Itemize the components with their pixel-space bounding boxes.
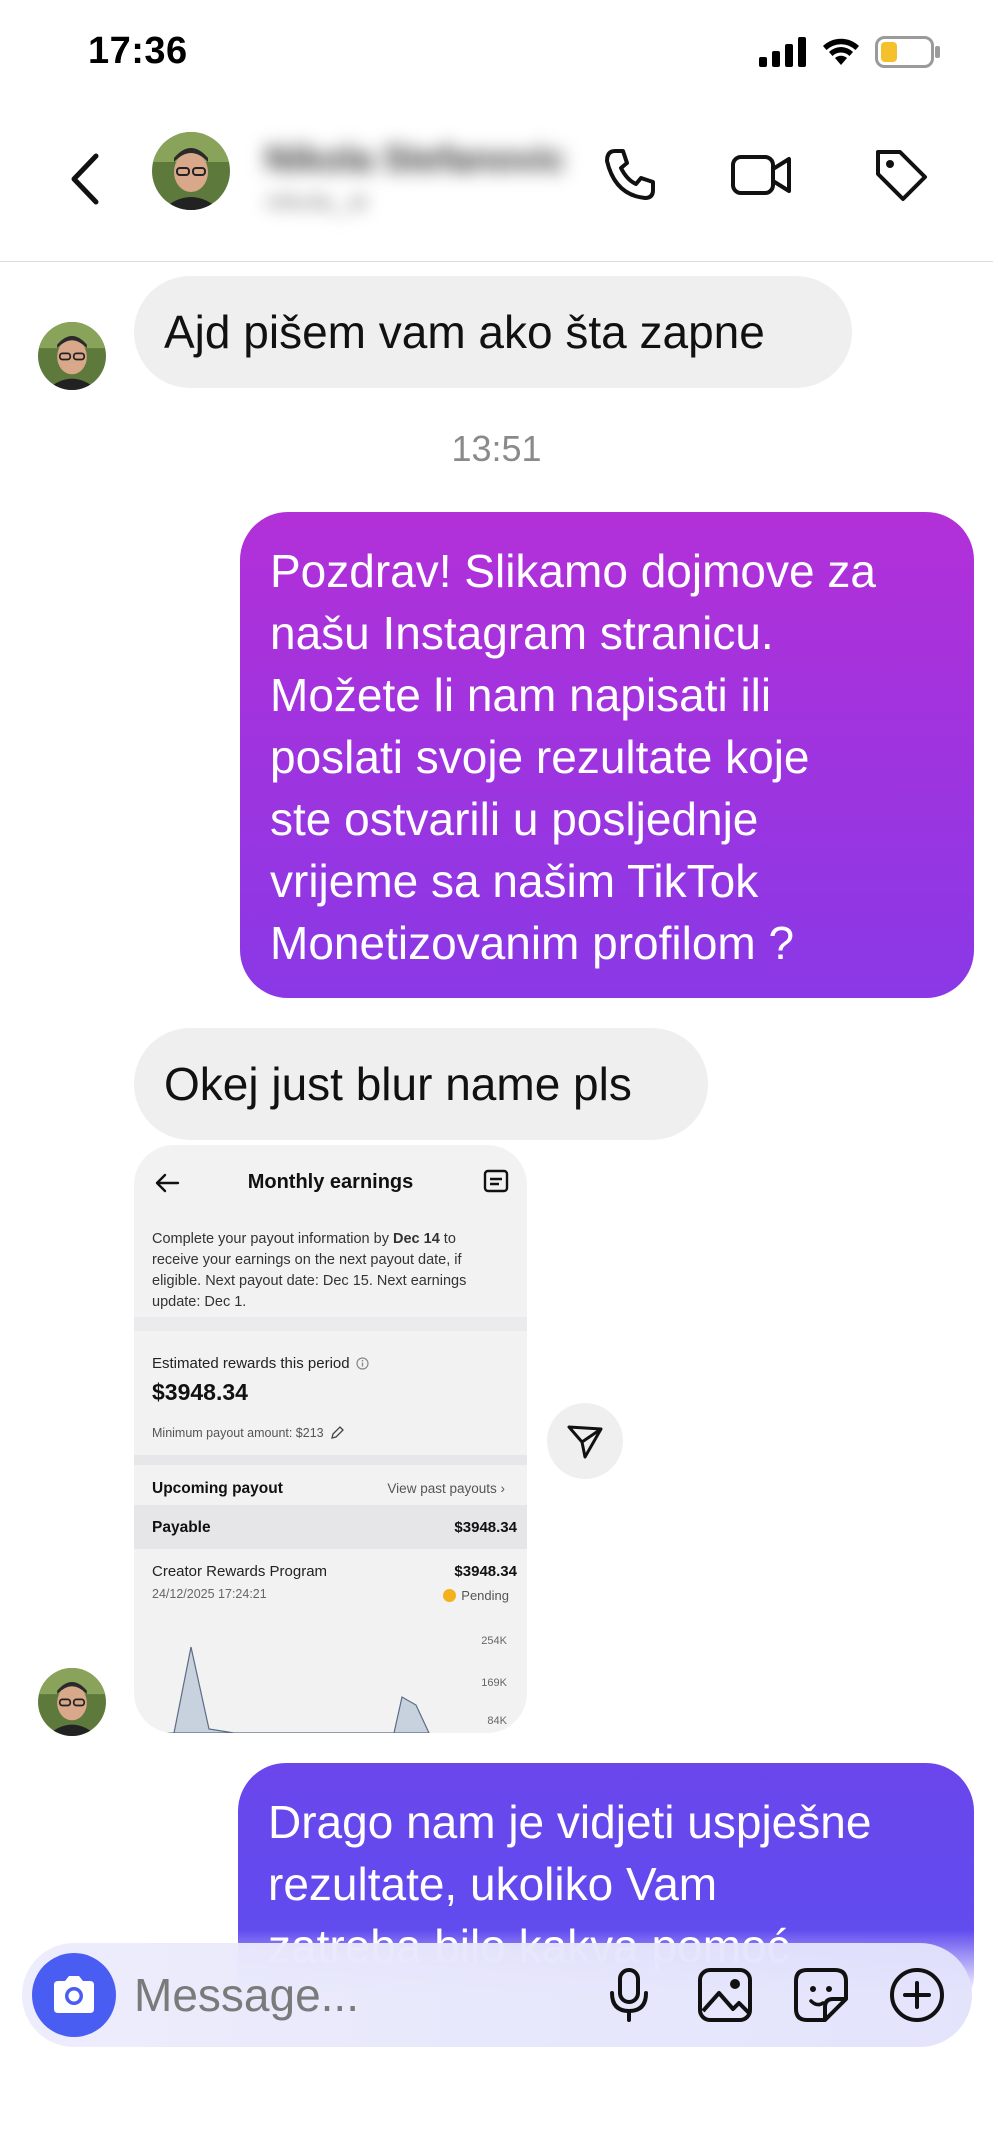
status-icons: [759, 36, 941, 68]
message-text: Ajd pišem vam ako šta zapne: [164, 306, 765, 358]
message-line: vrijeme sa našim TikTok: [270, 855, 759, 907]
min-payout-text: Minimum payout amount: $213: [152, 1425, 324, 1440]
wifi-icon: [823, 38, 859, 65]
info-icon: [355, 1357, 369, 1370]
earnings-chart: [144, 1646, 430, 1733]
avatar-photo: [38, 1668, 106, 1736]
message-line: Drago nam je vidjeti uspješne: [268, 1796, 872, 1848]
shared-image[interactable]: Monthly earnings Complete your payout in…: [134, 1145, 527, 1733]
outgoing-message[interactable]: Pozdrav! Slikamo dojmove za našu Instagr…: [240, 512, 974, 998]
video-camera-icon: [731, 155, 791, 195]
message-timestamp: 13:51: [451, 428, 542, 469]
message-line: rezultate, ukoliko Vam: [268, 1858, 718, 1910]
message-line: Možete li nam napisati ili: [270, 669, 772, 721]
microphone-icon: [610, 1968, 648, 2022]
share-button[interactable]: [547, 1403, 623, 1479]
contact-username: nikola_st: [265, 186, 368, 216]
back-button[interactable]: [60, 144, 110, 214]
payable-amount: $3948.34: [454, 1519, 517, 1536]
message-line: našu Instagram stranicu.: [270, 607, 774, 659]
view-past-payouts-link[interactable]: View past payouts ›: [387, 1481, 505, 1496]
status-bar: 17:36: [0, 0, 993, 110]
info-date: Dec 14: [393, 1231, 440, 1247]
message-text: Okej just blur name pls: [164, 1058, 632, 1110]
y-tick-label: 254K: [481, 1635, 507, 1647]
sticker-button[interactable]: [786, 1960, 856, 2030]
screenshot-title: Monthly earnings: [247, 1171, 414, 1193]
tag-button[interactable]: [866, 140, 936, 210]
message-input[interactable]: [134, 1961, 574, 2029]
rewards-row: Estimated rewards this period: [152, 1355, 515, 1372]
incoming-message[interactable]: Okej just blur name pls: [134, 1028, 708, 1140]
view-past-label: View past payouts: [387, 1481, 497, 1496]
contact-avatar[interactable]: [152, 132, 230, 210]
status-time: 17:36: [88, 30, 188, 72]
phone-icon: [605, 149, 655, 200]
plus-circle-icon: [890, 1968, 944, 2022]
document-icon: [483, 1169, 509, 1193]
payout-info-text: Complete your payout information by Dec …: [152, 1229, 502, 1313]
voice-call-button[interactable]: [594, 140, 664, 210]
send-arrow-icon: [567, 1425, 603, 1459]
video-call-button[interactable]: [727, 140, 797, 210]
camera-icon: [54, 1976, 94, 2013]
message-line: Monetizovanim profilom ?: [270, 917, 795, 969]
chat-header: Nikola Stefanovic nikola_st: [0, 110, 993, 262]
divider: [134, 1455, 527, 1465]
image-icon: [698, 1968, 752, 2022]
contact-name[interactable]: Nikola Stefanovic: [265, 138, 565, 180]
rewards-label: Estimated rewards this period: [152, 1355, 350, 1372]
message-composer: [22, 1943, 972, 2047]
edit-pencil-icon[interactable]: [330, 1425, 345, 1440]
info-prefix: Complete your payout information by: [152, 1231, 389, 1247]
battery-icon: [875, 36, 940, 68]
cellular-signal-icon: [759, 37, 806, 67]
chart-area: [144, 1646, 430, 1733]
program-amount: $3948.34: [454, 1563, 517, 1580]
pending-label: Pending: [461, 1588, 509, 1603]
pending-dot-icon: [443, 1589, 457, 1602]
message-line: poslati svoje rezultate koje: [270, 731, 810, 783]
min-payout-row: Minimum payout amount: $213: [152, 1425, 515, 1440]
sender-avatar[interactable]: [38, 1668, 106, 1736]
sender-avatar[interactable]: [38, 322, 106, 390]
avatar-photo: [152, 132, 230, 210]
avatar-photo: [38, 322, 106, 390]
incoming-message[interactable]: Ajd pišem vam ako šta zapne: [134, 276, 852, 388]
camera-button[interactable]: [32, 1953, 116, 2037]
sticker-icon: [794, 1968, 848, 2022]
y-tick-label: 84K: [487, 1715, 507, 1727]
status-badge: Pending: [443, 1588, 509, 1603]
divider: [134, 1317, 527, 1331]
rewards-amount: $3948.34: [152, 1379, 248, 1405]
message-line: ste ostvarili u posljednje: [270, 793, 759, 845]
chevron-left-icon: [71, 153, 99, 205]
tag-icon: [876, 150, 927, 201]
message-line: Pozdrav! Slikamo dojmove za: [270, 545, 876, 597]
voice-message-button[interactable]: [594, 1960, 664, 2030]
more-options-button[interactable]: [882, 1960, 952, 2030]
gallery-button[interactable]: [690, 1960, 760, 2030]
y-tick-label: 169K: [481, 1677, 507, 1689]
